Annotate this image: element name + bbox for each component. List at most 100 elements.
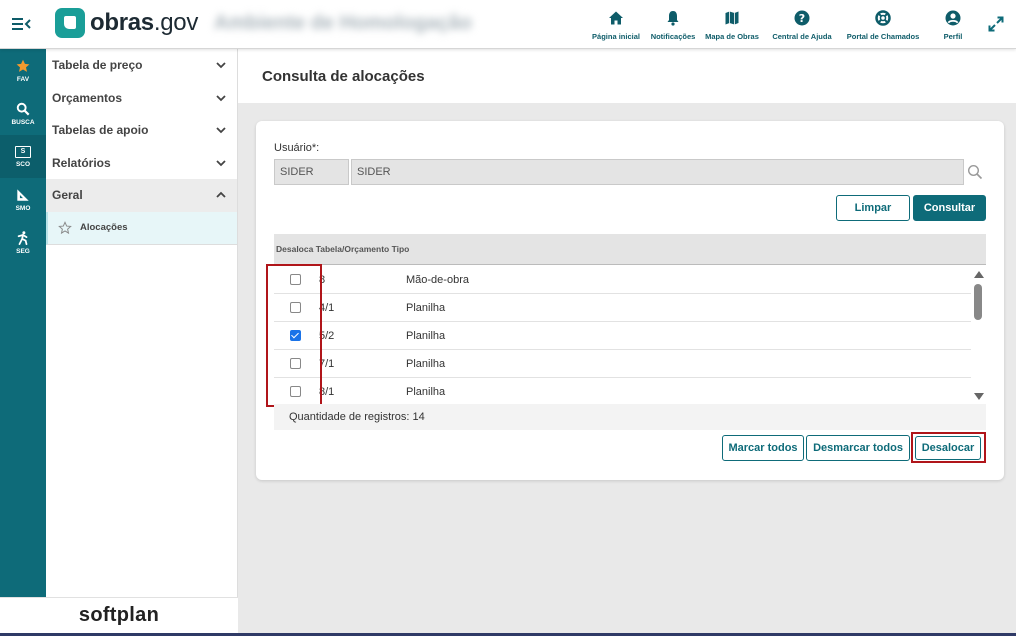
nav-perfil[interactable]: Perfil: [938, 0, 968, 48]
cell-tabela: 8/1: [319, 385, 335, 398]
page-header: Consulta de alocações: [238, 49, 1016, 103]
nav-label: Mapa de Obras: [705, 32, 759, 41]
sidebar-menu: Tabela de preço Orçamentos Tabelas de ap…: [46, 49, 238, 597]
nav-central-de-ajuda[interactable]: ? Central de Ajuda: [768, 0, 836, 48]
sidebar-item-tabelas-de-apoio[interactable]: Tabelas de apoio: [46, 114, 237, 147]
table-row: 8/1 Planilha: [274, 378, 971, 405]
row-checkbox[interactable]: [289, 358, 301, 369]
chevron-down-icon: [216, 95, 226, 102]
rail-label: SCO: [15, 160, 31, 168]
cell-tipo: Planilha: [406, 357, 446, 370]
rail-item-seg[interactable]: SEG: [0, 221, 46, 264]
search-icon[interactable]: [967, 164, 983, 180]
sidebar-subitem-label: Alocações: [80, 222, 128, 233]
logo-text: obras.gov: [90, 9, 199, 36]
user-name-field[interactable]: [351, 159, 964, 185]
rail-label: FAV: [16, 75, 30, 83]
scroll-down-arrow-icon[interactable]: [974, 393, 984, 400]
module-rail: FAV BUSCA S SCO SMO SEG: [0, 49, 46, 597]
top-nav: Página inicial Notificações Mapa de Obra…: [588, 0, 968, 48]
star-icon: [16, 59, 30, 72]
star-outline-icon[interactable]: [58, 220, 72, 235]
marcar-todos-button[interactable]: Marcar todos: [722, 435, 804, 461]
rail-item-fav[interactable]: FAV: [0, 49, 46, 92]
map-icon: [725, 11, 739, 25]
sidebar-item-label: Geral: [52, 188, 83, 203]
nav-pagina-inicial[interactable]: Página inicial: [588, 0, 644, 48]
cell-tipo: Mão-de-obra: [406, 273, 469, 286]
user-icon: [945, 10, 961, 26]
chevron-down-icon: [216, 160, 226, 167]
sco-icon: S: [15, 145, 31, 158]
help-icon: ?: [794, 10, 810, 26]
sidebar-item-relatorios[interactable]: Relatórios: [46, 147, 237, 180]
scroll-thumb[interactable]: [974, 284, 982, 320]
cell-tipo: Planilha: [406, 301, 446, 314]
person-icon: [17, 230, 28, 245]
rail-label: BUSCA: [11, 118, 35, 126]
limpar-button[interactable]: Limpar: [836, 195, 910, 221]
nav-mapa-de-obras[interactable]: Mapa de Obras: [702, 0, 762, 48]
page-title: Consulta de alocações: [262, 68, 425, 85]
scroll-up-arrow-icon[interactable]: [974, 271, 984, 278]
sidebar-subitem-alocacoes[interactable]: Alocações: [46, 211, 237, 245]
user-code-field[interactable]: [274, 159, 349, 185]
home-icon: [609, 11, 623, 25]
table-row: 5/2 Planilha: [274, 322, 971, 350]
logo-mark-icon: [55, 8, 85, 38]
rail-item-busca[interactable]: BUSCA: [0, 92, 46, 135]
table-row: 4/1 Planilha: [274, 294, 971, 322]
row-checkbox[interactable]: [289, 386, 301, 397]
cell-tabela: 8: [319, 273, 326, 286]
cell-tipo: Planilha: [406, 385, 446, 398]
nav-label: Página inicial: [592, 32, 640, 41]
search-icon: [16, 102, 30, 115]
rail-item-sco[interactable]: S SCO: [0, 135, 46, 178]
sidebar-item-orcamentos[interactable]: Orçamentos: [46, 82, 237, 115]
record-count: Quantidade de registros: 14: [274, 404, 986, 430]
table-body: 8 Mão-de-obra 4/1 Planilha 5/2 Planilha …: [274, 266, 986, 405]
table-header: Desaloca Tabela/Orçamento Tipo: [274, 234, 986, 265]
sidebar-item-label: Relatórios: [52, 155, 111, 170]
sidebar-item-tabela-de-preco[interactable]: Tabela de preço: [46, 49, 237, 82]
table-header-text: Desaloca Tabela/Orçamento Tipo: [276, 244, 410, 254]
expand-icon[interactable]: [988, 16, 1004, 32]
lifebuoy-icon: [875, 10, 891, 26]
cell-tabela: 7/1: [319, 357, 335, 370]
table-row: 8 Mão-de-obra: [274, 266, 971, 294]
sidebar-item-geral[interactable]: Geral: [46, 179, 237, 212]
row-checkbox[interactable]: [289, 274, 301, 285]
cell-tabela: 5/2: [319, 329, 335, 342]
nav-label: Perfil: [943, 32, 963, 41]
nav-label: Notificações: [650, 32, 696, 41]
user-label: Usuário*:: [274, 142, 320, 154]
chevron-down-icon: [216, 62, 226, 69]
bell-icon: [667, 11, 679, 26]
svg-text:?: ?: [799, 12, 805, 25]
table-row: 7/1 Planilha: [274, 350, 971, 378]
nav-label: Portal de Chamados: [846, 32, 920, 41]
desmarcar-todos-button[interactable]: Desmarcar todos: [806, 435, 910, 461]
cell-tabela: 4/1: [319, 301, 335, 314]
obras-gov-logo[interactable]: obras.gov: [55, 8, 198, 38]
row-checkbox[interactable]: [289, 302, 301, 313]
cell-tipo: Planilha: [406, 329, 446, 342]
row-checkbox[interactable]: [289, 330, 301, 341]
nav-notificacoes[interactable]: Notificações: [648, 0, 698, 48]
desalocar-button[interactable]: Desalocar: [915, 436, 981, 460]
ruler-icon: [17, 188, 29, 201]
nav-label: Central de Ajuda: [772, 32, 832, 41]
nav-portal-de-chamados[interactable]: Portal de Chamados: [846, 0, 920, 48]
consulta-card: Usuário*: Limpar Consultar Desaloca Tabe…: [256, 121, 1004, 480]
sidebar-item-label: Orçamentos: [52, 90, 123, 105]
brand-text: softplan: [78, 604, 160, 626]
table-scrollbar[interactable]: [971, 268, 985, 403]
top-header: obras.gov Ambiente de Homologação Página…: [0, 0, 1016, 49]
softplan-logo: softplan: [0, 597, 238, 633]
consultar-button[interactable]: Consultar: [913, 195, 986, 221]
menu-collapse-icon[interactable]: [10, 14, 34, 34]
rail-label: SMO: [15, 204, 31, 212]
sidebar-item-label: Tabela de preço: [52, 58, 143, 73]
rail-item-smo[interactable]: SMO: [0, 178, 46, 221]
rail-label: SEG: [16, 247, 30, 255]
